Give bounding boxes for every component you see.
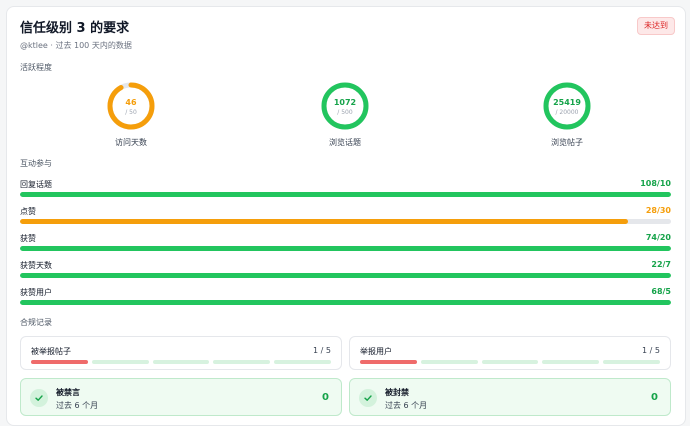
donut-topics-viewed: 1072 / 500 浏览话题 [315, 81, 375, 148]
segment [31, 360, 88, 364]
progress-fill [20, 219, 628, 224]
progress-track [20, 300, 671, 305]
trust-level-card: 信任级别 3 的要求 未达到 @ktlee · 过去 100 天内的数据 活跃程… [6, 6, 686, 426]
box-title: 被禁言 [56, 388, 80, 397]
box-count: 1 / 5 [642, 346, 660, 355]
donut-target: / 50 [125, 109, 137, 116]
check-icon [30, 389, 48, 407]
donut-label: 浏览帖子 [551, 138, 583, 147]
segment [603, 360, 660, 364]
segment-bar [31, 360, 331, 364]
progress-row-replies: 回复话题 108/10 [20, 179, 671, 201]
silenced-box: 被禁言 过去 6 个月 0 [20, 378, 342, 416]
progress-value: 22/7 [651, 260, 671, 269]
progress-value: 74/20 [645, 233, 671, 242]
progress-value: 108/10 [640, 179, 671, 188]
progress-track [20, 219, 671, 224]
box-count: 1 / 5 [313, 346, 331, 355]
progress-row-likes-received: 获赞 74/20 [20, 233, 671, 255]
check-icon [359, 389, 377, 407]
page-title: 信任级别 3 的要求 [20, 21, 130, 36]
segment-bar [360, 360, 660, 364]
segment [91, 360, 149, 364]
interaction-section-label: 互动参与 [20, 159, 52, 168]
progress-track [20, 273, 671, 278]
progress-fill [20, 246, 671, 251]
status-badge: 未达到 [637, 17, 675, 35]
progress-fill [20, 192, 671, 197]
donut-target: / 20000 [555, 109, 579, 116]
progress-row-liked-days: 获赞天数 22/7 [20, 260, 671, 282]
segment [542, 360, 600, 364]
donut-value: 25419 [553, 98, 581, 107]
compliance-section-label: 合规记录 [20, 318, 52, 327]
segment [481, 360, 539, 364]
box-value: 0 [322, 392, 329, 403]
progress-label: 获赞天数 [20, 261, 52, 270]
progress-track [20, 246, 671, 251]
progress-label: 点赞 [20, 207, 36, 216]
progress-label: 获赞用户 [20, 288, 52, 297]
progress-row-likes-given: 点赞 28/30 [20, 206, 671, 228]
segment [420, 360, 478, 364]
donut-visit-days: 46 / 50 访问天数 [101, 81, 161, 148]
donut-value: 1072 [333, 98, 357, 107]
box-label: 被举报帖子 [31, 347, 71, 356]
flagged-posts-box: 被举报帖子 1 / 5 [20, 336, 342, 370]
box-title: 被封禁 [385, 388, 409, 397]
segment [213, 360, 271, 364]
box-subtitle: 过去 6 个月 [385, 401, 428, 410]
box-label: 举报用户 [360, 347, 392, 356]
progress-value: 68/5 [651, 287, 671, 296]
segment [360, 360, 417, 364]
flagged-users-box: 举报用户 1 / 5 [349, 336, 671, 370]
segment [274, 360, 331, 364]
progress-value: 28/30 [645, 206, 671, 215]
progress-fill [20, 273, 671, 278]
donut-target: / 500 [337, 109, 353, 116]
progress-fill [20, 300, 671, 305]
box-value: 0 [651, 392, 658, 403]
donut-posts-read: 25419 / 20000 浏览帖子 [537, 81, 597, 148]
donut-label: 访问天数 [115, 138, 147, 147]
segment [152, 360, 210, 364]
subtitle: @ktlee · 过去 100 天内的数据 [20, 41, 132, 50]
progress-label: 回复话题 [20, 180, 52, 189]
box-subtitle: 过去 6 个月 [56, 401, 99, 410]
donut-value: 46 [125, 98, 137, 107]
progress-row-liked-users: 获赞用户 68/5 [20, 287, 671, 309]
donut-label: 浏览话题 [329, 138, 361, 147]
progress-label: 获赞 [20, 234, 36, 243]
suspended-box: 被封禁 过去 6 个月 0 [349, 378, 671, 416]
activity-section-label: 活跃程度 [20, 63, 52, 72]
progress-track [20, 192, 671, 197]
